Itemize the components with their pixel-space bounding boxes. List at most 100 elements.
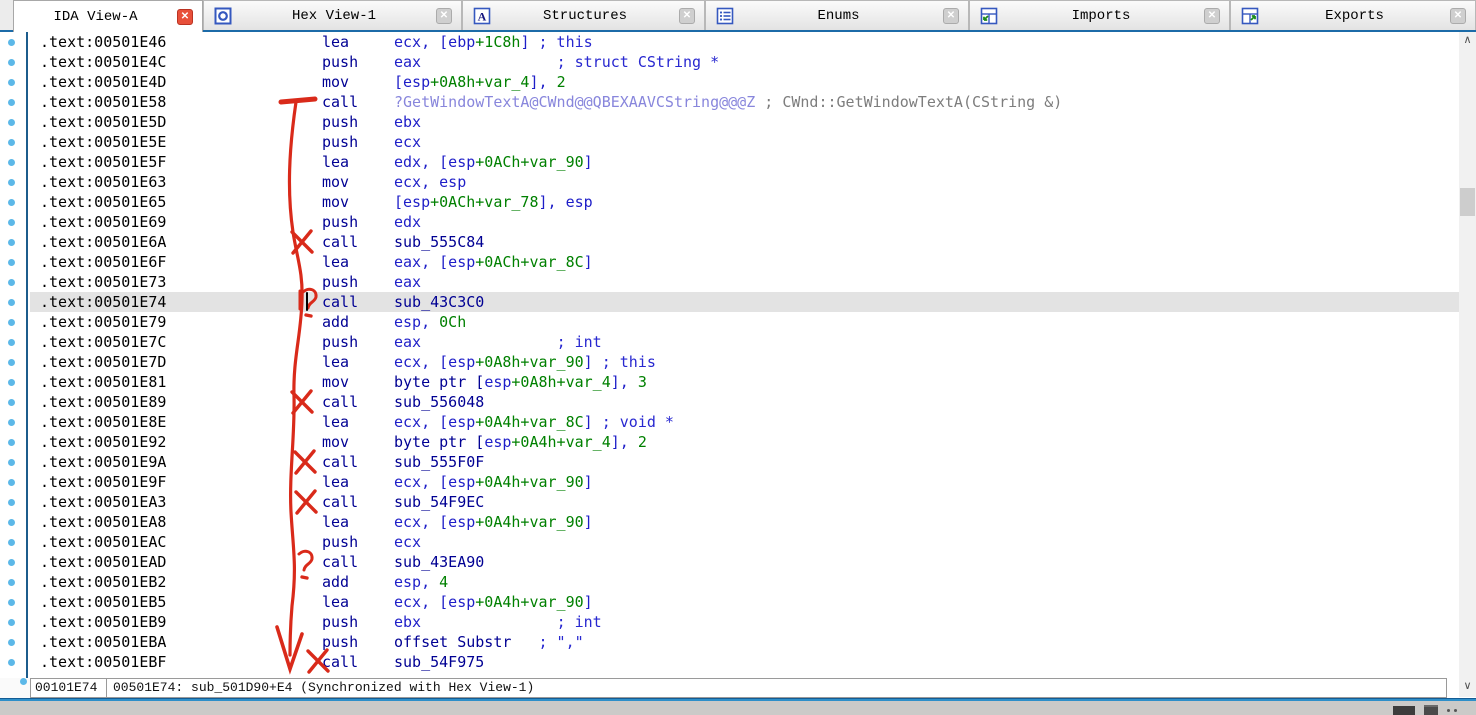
listing-row[interactable]: .text:00501EA8leaecx, [esp+0A4h+var_90] bbox=[30, 512, 1459, 532]
instruction-mnemonic: call bbox=[322, 92, 394, 112]
instruction-mnemonic: push bbox=[322, 272, 394, 292]
instruction-operands: sub_43C3C0 bbox=[394, 293, 484, 311]
listing-row[interactable]: .text:00501E65mov[esp+0ACh+var_78], esp bbox=[30, 192, 1459, 212]
instruction-mnemonic: add bbox=[322, 572, 394, 592]
scroll-up-arrow-icon[interactable]: ∧ bbox=[1459, 32, 1476, 49]
instruction-operands: ecx, [esp+0A4h+var_90] bbox=[394, 593, 593, 611]
instruction-mnemonic: call bbox=[322, 292, 394, 312]
instruction-operands: ecx, esp bbox=[394, 173, 466, 191]
instruction-operands: ecx bbox=[394, 133, 421, 151]
vertical-scrollbar[interactable]: ∧ ∨ bbox=[1459, 32, 1476, 697]
instruction-address: .text:00501E5F bbox=[40, 152, 322, 172]
instruction-mnemonic: push bbox=[322, 332, 394, 352]
line-marker-dot bbox=[8, 139, 15, 146]
listing-row[interactable]: .text:00501E63movecx, esp bbox=[30, 172, 1459, 192]
instruction-operands: eax ; int bbox=[394, 333, 602, 351]
line-marker-dot bbox=[8, 359, 15, 366]
instruction-operands: eax, [esp+0ACh+var_8C] bbox=[394, 253, 593, 271]
listing-row[interactable]: .text:00501E69pushedx bbox=[30, 212, 1459, 232]
tab-label: Imports bbox=[998, 8, 1204, 24]
instruction-address: .text:00501E69 bbox=[40, 212, 322, 232]
disassembly-listing[interactable]: .text:00501E46leaecx, [ebp+1C8h] ; this.… bbox=[30, 32, 1459, 678]
listing-row[interactable]: .text:00501E7Dleaecx, [esp+0A8h+var_90] … bbox=[30, 352, 1459, 372]
instruction-mnemonic: mov bbox=[322, 172, 394, 192]
instruction-mnemonic: call bbox=[322, 492, 394, 512]
status-file-offset: 00101E74 bbox=[31, 679, 107, 697]
instruction-operands: edx bbox=[394, 213, 421, 231]
listing-row[interactable]: .text:00501E81movbyte ptr [esp+0A8h+var_… bbox=[30, 372, 1459, 392]
taskbar-icon[interactable] bbox=[1393, 706, 1415, 715]
tab-close-button[interactable]: ✕ bbox=[943, 8, 959, 24]
listing-row[interactable]: .text:00501E92movbyte ptr [esp+0A4h+var_… bbox=[30, 432, 1459, 452]
instruction-address: .text:00501E65 bbox=[40, 192, 322, 212]
listing-row[interactable]: .text:00501EBFcallsub_54F975 bbox=[30, 652, 1459, 672]
instruction-mnemonic: lea bbox=[322, 412, 394, 432]
tab-imports[interactable]: Imports✕ bbox=[969, 0, 1230, 30]
line-marker-dot bbox=[8, 619, 15, 626]
listing-row[interactable]: .text:00501E58call?GetWindowTextA@CWnd@@… bbox=[30, 92, 1459, 112]
tab-close-button[interactable]: ✕ bbox=[177, 9, 193, 25]
listing-row[interactable]: .text:00501E73pusheax bbox=[30, 272, 1459, 292]
listing-row[interactable]: .text:00501E5Fleaedx, [esp+0ACh+var_90] bbox=[30, 152, 1459, 172]
line-marker-dot bbox=[8, 639, 15, 646]
listing-row[interactable]: .text:00501E8Eleaecx, [esp+0A4h+var_8C] … bbox=[30, 412, 1459, 432]
listing-row-current[interactable]: .text:00501E74callsub_43C3C0 bbox=[30, 292, 1459, 312]
listing-row[interactable]: .text:00501EB9pushebx ; int bbox=[30, 612, 1459, 632]
listing-row[interactable]: .text:00501E6Fleaeax, [esp+0ACh+var_8C] bbox=[30, 252, 1459, 272]
instruction-operands: eax ; struct CString * bbox=[394, 53, 719, 71]
instruction-mnemonic: push bbox=[322, 612, 394, 632]
taskbar-dot-icon bbox=[1454, 709, 1457, 712]
tab-close-button[interactable]: ✕ bbox=[679, 8, 695, 24]
tab-structures[interactable]: AStructures✕ bbox=[462, 0, 705, 30]
instruction-address: .text:00501EA8 bbox=[40, 512, 322, 532]
instruction-mnemonic: mov bbox=[322, 372, 394, 392]
listing-row[interactable]: .text:00501E7Cpusheax ; int bbox=[30, 332, 1459, 352]
instruction-mnemonic: mov bbox=[322, 72, 394, 92]
listing-row[interactable]: .text:00501E89callsub_556048 bbox=[30, 392, 1459, 412]
listing-row[interactable]: .text:00501EADcallsub_43EA90 bbox=[30, 552, 1459, 572]
instruction-address: .text:00501E4C bbox=[40, 52, 322, 72]
instruction-operands: edx, [esp+0ACh+var_90] bbox=[394, 153, 593, 171]
taskbar-icon[interactable] bbox=[1424, 705, 1438, 715]
tab-bar-underline bbox=[0, 30, 1476, 32]
instruction-address: .text:00501E6F bbox=[40, 252, 322, 272]
tab-hex-view-1[interactable]: Hex View-1✕ bbox=[203, 0, 462, 30]
instruction-address: .text:00501E58 bbox=[40, 92, 322, 112]
instruction-mnemonic: call bbox=[322, 232, 394, 252]
listing-row[interactable]: .text:00501EBApushoffset Substr ; "," bbox=[30, 632, 1459, 652]
instruction-mnemonic: lea bbox=[322, 592, 394, 612]
listing-row[interactable]: .text:00501E5Dpushebx bbox=[30, 112, 1459, 132]
scroll-down-arrow-icon[interactable]: ∨ bbox=[1459, 678, 1476, 695]
structures-icon: A bbox=[473, 7, 491, 25]
tab-exports[interactable]: Exports✕ bbox=[1230, 0, 1476, 30]
listing-row[interactable]: .text:00501EACpushecx bbox=[30, 532, 1459, 552]
line-marker-dot bbox=[8, 399, 15, 406]
instruction-operands: [esp+0ACh+var_78], esp bbox=[394, 193, 593, 211]
listing-row[interactable]: .text:00501EB2addesp, 4 bbox=[30, 572, 1459, 592]
instruction-mnemonic: call bbox=[322, 392, 394, 412]
instruction-address: .text:00501EAD bbox=[40, 552, 322, 572]
instruction-address: .text:00501EAC bbox=[40, 532, 322, 552]
listing-row[interactable]: .text:00501EB5leaecx, [esp+0A4h+var_90] bbox=[30, 592, 1459, 612]
listing-row[interactable]: .text:00501E9Acallsub_555F0F bbox=[30, 452, 1459, 472]
scrollbar-thumb[interactable] bbox=[1460, 188, 1475, 216]
listing-row[interactable]: .text:00501E6Acallsub_555C84 bbox=[30, 232, 1459, 252]
instruction-mnemonic: mov bbox=[322, 432, 394, 452]
tab-enums[interactable]: Enums✕ bbox=[705, 0, 969, 30]
listing-row[interactable]: .text:00501E4Cpusheax ; struct CString * bbox=[30, 52, 1459, 72]
instruction-address: .text:00501E6A bbox=[40, 232, 322, 252]
listing-row[interactable]: .text:00501E9Fleaecx, [esp+0A4h+var_90] bbox=[30, 472, 1459, 492]
listing-row[interactable]: .text:00501EA3callsub_54F9EC bbox=[30, 492, 1459, 512]
tab-close-button[interactable]: ✕ bbox=[436, 8, 452, 24]
listing-row[interactable]: .text:00501E79addesp, 0Ch bbox=[30, 312, 1459, 332]
tab-ida-view-a[interactable]: IDA View-A✕ bbox=[13, 0, 203, 32]
line-marker-dot bbox=[8, 559, 15, 566]
listing-row[interactable]: .text:00501E5Epushecx bbox=[30, 132, 1459, 152]
instruction-address: .text:00501E7D bbox=[40, 352, 322, 372]
tab-close-button[interactable]: ✕ bbox=[1204, 8, 1220, 24]
tab-close-button[interactable]: ✕ bbox=[1450, 8, 1466, 24]
line-marker-dot bbox=[8, 419, 15, 426]
listing-row[interactable]: .text:00501E46leaecx, [ebp+1C8h] ; this bbox=[30, 32, 1459, 52]
instruction-address: .text:00501E5D bbox=[40, 112, 322, 132]
listing-row[interactable]: .text:00501E4Dmov[esp+0A8h+var_4], 2 bbox=[30, 72, 1459, 92]
